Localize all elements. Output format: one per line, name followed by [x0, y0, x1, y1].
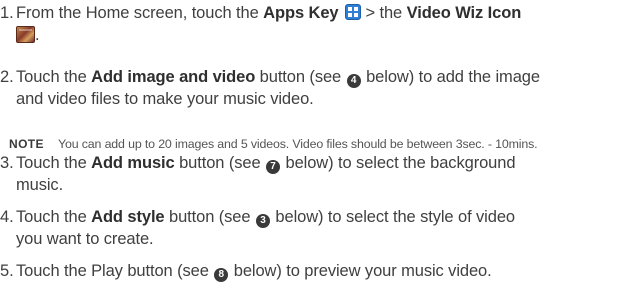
step-continuation: music.	[16, 176, 64, 194]
step-text: .	[35, 26, 40, 44]
step-continuation: and video files to make your music video…	[16, 90, 314, 108]
step-text: Touch the Play button (see	[16, 262, 214, 280]
step-continuation: .	[0, 24, 632, 46]
note-label: NOTE	[9, 137, 44, 151]
add-image-and-video-label: Add image and video	[91, 68, 256, 86]
apps-key-label: Apps Key	[263, 4, 339, 22]
step-text: Touch the	[16, 68, 92, 86]
apps-key-icon	[344, 4, 361, 20]
video-wiz-label: Video Wiz Icon	[406, 4, 522, 22]
step-text: button (see	[255, 68, 346, 86]
callout-number: 4	[346, 74, 361, 88]
step-text: button (see	[174, 154, 266, 172]
step-number: 3.	[0, 154, 14, 172]
step-text: below) to select the style of video	[270, 208, 515, 226]
step-1: 1. From the Home screen, touch the Apps K…	[0, 2, 632, 46]
step-number: 5.	[0, 262, 14, 280]
step-number: 1.	[0, 4, 14, 22]
video-wiz-icon	[16, 26, 35, 43]
note-text: You can add up to 20 images and 5 videos…	[58, 137, 538, 151]
step-text: > the	[360, 4, 407, 22]
step-number: 2.	[0, 68, 14, 86]
step-text: From the Home screen, touch the	[16, 4, 264, 22]
step-text: Touch the	[16, 154, 92, 172]
step-text: below) to select the background	[281, 154, 516, 172]
step-text: below) to add the image	[361, 68, 540, 86]
callout-number: 3	[255, 214, 270, 228]
callout-number: 7	[266, 160, 281, 174]
callout-number: 8	[214, 268, 229, 282]
step-5: 5. Touch the Play button (see 8 below) to…	[0, 260, 632, 282]
step-text: button (see	[164, 208, 255, 226]
step-3: 3. Touch the Add music button (see 7 belo…	[0, 152, 632, 196]
add-style-label: Add style	[91, 208, 165, 226]
manual-page: 1. From the Home screen, touch the Apps K…	[0, 0, 635, 286]
step-2: 2. Touch the Add image and video button (…	[0, 66, 632, 110]
step-4: 4. Touch the Add style button (see 3 belo…	[0, 206, 632, 250]
step-text: Touch the	[16, 208, 92, 226]
step-number: 4.	[0, 208, 14, 226]
add-music-label: Add music	[91, 154, 175, 172]
step-text: below) to preview your music video.	[229, 262, 492, 280]
step-continuation: you want to create.	[16, 230, 154, 248]
note: NOTE You can add up to 20 images and 5 vi…	[0, 136, 635, 152]
